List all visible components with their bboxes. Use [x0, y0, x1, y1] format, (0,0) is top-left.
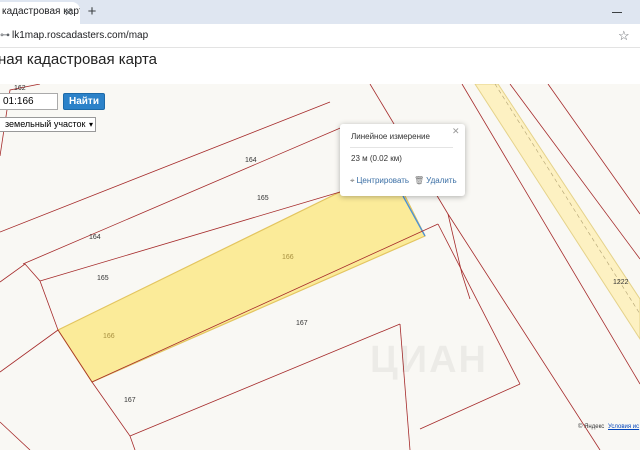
parcel-label-167: 167: [296, 320, 308, 327]
trash-icon: 🗑: [414, 176, 425, 185]
boundary: [461, 84, 640, 385]
browser-tab-bar: кадастровая карта ✕ +: [0, 0, 640, 24]
object-type-value: земельный участок: [5, 119, 86, 129]
popup-close-icon[interactable]: ✕: [452, 126, 460, 137]
center-label: Центрировать: [356, 176, 410, 185]
boundary: [447, 213, 601, 450]
chevron-down-icon: ▾: [88, 120, 93, 129]
cadastral-map[interactable]: Найти земельный участок ▾ 162 164 165 16…: [0, 84, 640, 450]
delete-button[interactable]: 🗑 Удалить: [414, 175, 457, 186]
center-button[interactable]: ⌖ Центрировать: [350, 175, 409, 186]
parcel-label-164: 164: [245, 157, 257, 164]
bookmark-star-icon[interactable]: ☆: [618, 27, 632, 45]
popup-divider: [350, 147, 453, 148]
boundary: [419, 383, 521, 430]
boundary: [0, 329, 59, 373]
url-field[interactable]: lk1map.roscadasters.com/map: [12, 28, 148, 44]
popup-title: Линейное измерение: [351, 132, 430, 141]
address-bar: ⊶ lk1map.roscadasters.com/map ☆: [0, 24, 640, 48]
parcel-label-162: 162: [14, 85, 26, 92]
window-minimize-button[interactable]: [602, 4, 632, 20]
tab-close-icon[interactable]: ✕: [64, 4, 76, 22]
object-type-select[interactable]: земельный участок ▾: [0, 117, 96, 132]
page-title: ная кадастровая карта: [0, 51, 158, 68]
find-button[interactable]: Найти: [63, 93, 105, 110]
browser-tab[interactable]: кадастровая карта ✕: [0, 2, 80, 24]
parcel-label-166: 166: [103, 333, 115, 340]
cadastral-number-input[interactable]: [0, 93, 58, 110]
parcel-label-167: 167: [124, 397, 136, 404]
parcel-label-166: 166: [282, 254, 294, 261]
road-strip: [474, 84, 640, 340]
terms-link[interactable]: Условия ис: [608, 424, 639, 430]
parcel-label-165: 165: [257, 195, 269, 202]
boundary: [0, 421, 31, 450]
crosshair-icon: ⌖: [350, 176, 355, 185]
map-copyright: © Яндекс: [578, 424, 605, 430]
map-canvas: [0, 84, 640, 450]
site-info-icon[interactable]: ⊶: [0, 30, 10, 42]
boundary: [447, 213, 471, 300]
delete-label: Удалить: [426, 176, 457, 185]
parcel-label-164: 164: [89, 234, 101, 241]
watermark: ЦИАН: [370, 339, 488, 381]
parcel-label-165: 165: [97, 275, 109, 282]
measurement-popup: Линейное измерение ✕ 23 м (0.02 км) ⌖ Цен…: [340, 124, 465, 196]
new-tab-plus-icon[interactable]: +: [84, 3, 100, 21]
parcel-label-1222: 1222: [613, 279, 629, 286]
measured-distance: 23 м (0.02 км): [351, 154, 402, 163]
